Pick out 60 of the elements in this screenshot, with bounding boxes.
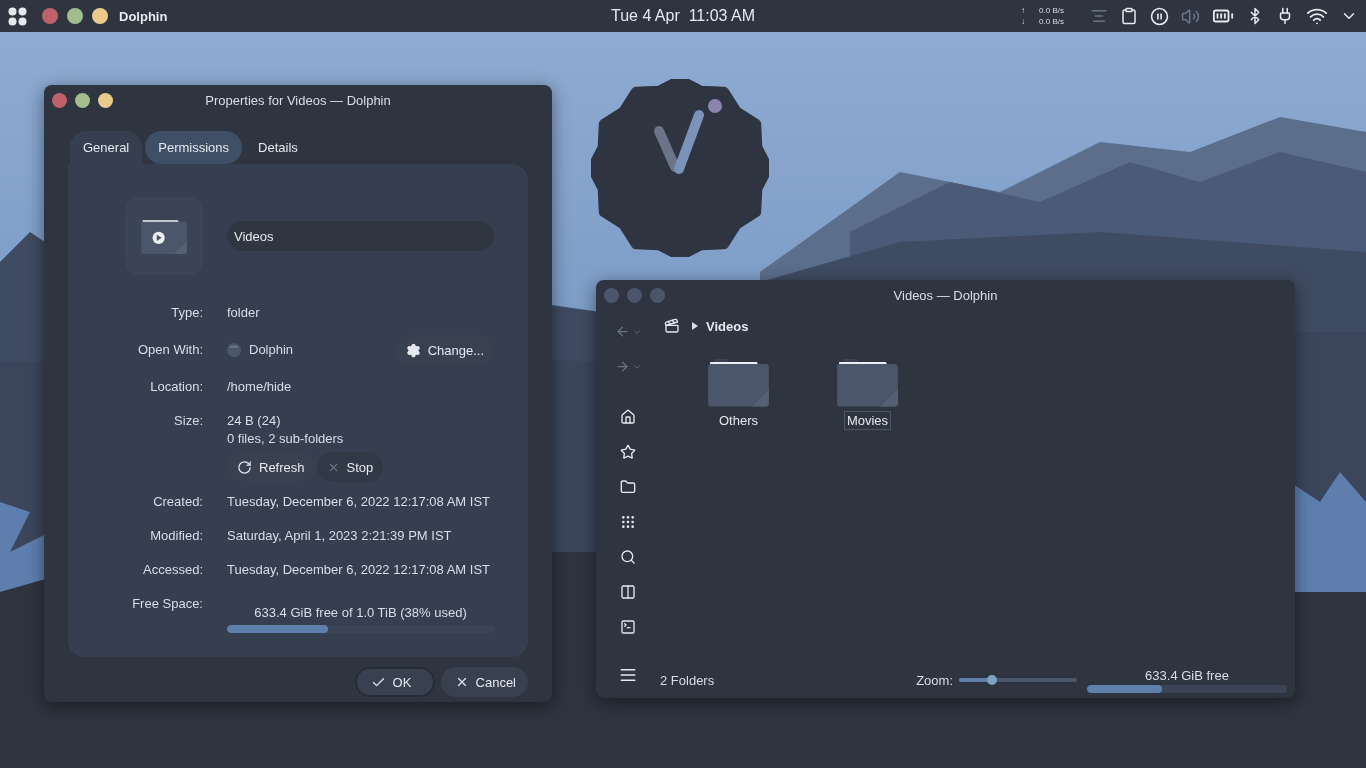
field-value: 0 files, 2 sub-folders [227, 430, 345, 448]
window-title: Videos — Dolphin [893, 287, 998, 303]
window-control-icon[interactable] [75, 92, 90, 108]
field-value: Saturday, April 1, 2023 2:21:39 PM IST [227, 527, 452, 545]
zoom-slider[interactable] [959, 678, 1077, 682]
clipboard-icon[interactable] [1120, 7, 1138, 25]
clapperboard-icon [664, 318, 680, 334]
tab[interactable]: General [70, 131, 143, 164]
volume-icon[interactable] [1181, 6, 1200, 26]
arrow-text: ↑ [1021, 5, 1026, 16]
field-value: Dolphin [249, 341, 294, 359]
field-value: 24 B (24) [227, 412, 282, 430]
field-value: folder [227, 304, 260, 322]
field-label: Location: [149, 378, 203, 396]
app-grid-icon[interactable] [8, 6, 27, 26]
field-label: Free Space: [131, 595, 203, 613]
app-icon [227, 343, 241, 357]
pause-icon[interactable] [1150, 6, 1169, 26]
free-space-text: 633.4 GiB free of 1.0 TiB (38% used) [253, 604, 468, 622]
field-label: Type: [170, 304, 203, 322]
caret-icon [692, 322, 698, 330]
folder-name[interactable]: Movies [843, 410, 892, 430]
minimize-dot-icon[interactable] [92, 8, 108, 24]
field-value: Tuesday, December 6, 2022 12:17:08 AM IST [227, 493, 491, 511]
ok-button[interactable]: OK [354, 667, 435, 697]
name-field[interactable]: Videos [227, 221, 494, 251]
slider-thumb[interactable] [987, 675, 998, 685]
field-label: Created: [152, 493, 203, 511]
forward-arrow-icon [614, 359, 630, 374]
field-label: Accessed: [142, 561, 203, 579]
network-rate: 0.0 B/s [1039, 5, 1064, 16]
clock[interactable]: Tue 4 Apr 11:03 AM [610, 7, 756, 25]
close-dot-icon[interactable] [42, 8, 58, 24]
settings-icon [405, 342, 421, 358]
video-folder-icon [141, 218, 187, 254]
check-logo-badge-icon [591, 79, 769, 257]
network-rate: 0.0 B/s [1039, 16, 1064, 27]
field-label: Size: [173, 412, 203, 430]
field-value: /home/hide [227, 378, 292, 396]
field-label: Modified: [149, 527, 203, 545]
field-label: Open With: [136, 341, 203, 359]
zoom-label: Zoom: [916, 672, 953, 688]
folder-name[interactable]: Others [716, 410, 761, 430]
refresh-icon [237, 459, 252, 475]
field-value: Tuesday, December 6, 2022 12:17:08 AM IST [227, 561, 491, 579]
maximize-dot-icon[interactable] [67, 8, 83, 24]
free-space-text: 633.4 GiB free [1145, 667, 1229, 683]
window-title: Properties for Videos — Dolphin [205, 92, 391, 108]
tab[interactable]: Permissions [145, 131, 243, 164]
arrow-text: ↓ [1021, 16, 1026, 27]
lines-icon[interactable] [1090, 7, 1108, 25]
cancel-button[interactable]: Cancel [440, 667, 528, 697]
window-control-icon[interactable] [98, 92, 113, 108]
folder-icon [837, 359, 898, 407]
breadcrumb[interactable]: Videos [706, 318, 749, 334]
icon-tile[interactable] [125, 197, 203, 275]
status-text: 2 Folders [660, 672, 715, 688]
app-name: Dolphin [119, 8, 168, 24]
tab[interactable]: Details [245, 131, 311, 164]
folder-icon [708, 359, 769, 407]
